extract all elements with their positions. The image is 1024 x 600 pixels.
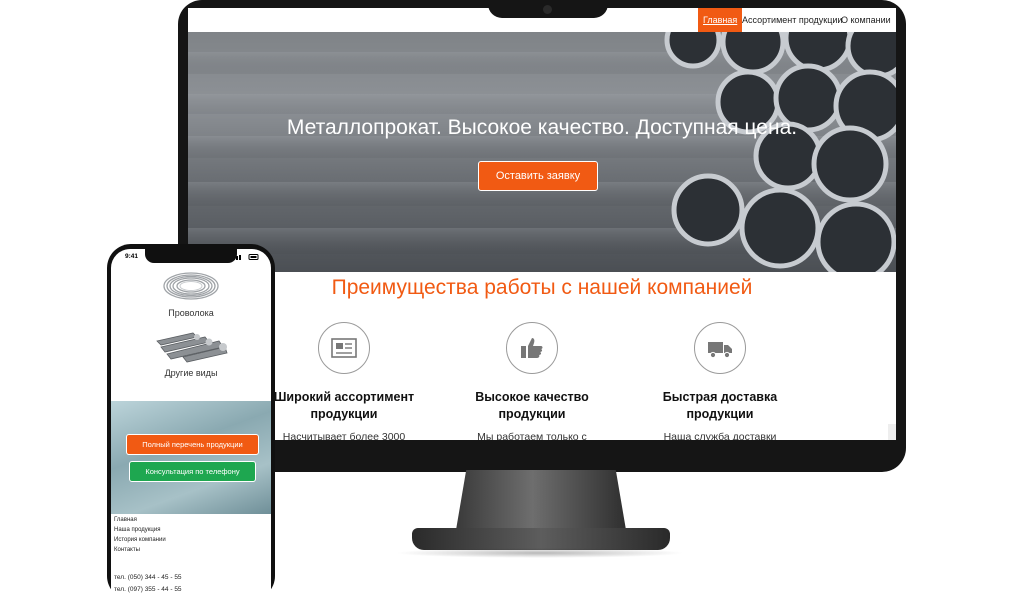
monitor-camera-notch bbox=[488, 0, 608, 18]
advantage-heading-line2: продукции bbox=[686, 407, 754, 421]
advantage-text: Насчитывает более 3000 bbox=[282, 431, 406, 440]
mobile-menu-item-home[interactable]: Главная bbox=[114, 517, 137, 523]
nav-item-about[interactable]: О компании bbox=[836, 8, 896, 32]
advantage-heading: Быстрая доставка bbox=[662, 390, 778, 404]
desktop-website: Главная Ассортимент продукции О компании bbox=[188, 8, 896, 440]
metal-profiles-image bbox=[156, 332, 228, 363]
truck-icon bbox=[708, 342, 732, 359]
status-time: 9:41 bbox=[125, 253, 139, 260]
mobile-menu-item-history[interactable]: История компании bbox=[114, 537, 166, 543]
nav-item-products[interactable]: Ассортимент продукции bbox=[737, 8, 847, 32]
nav-item-home[interactable]: Главная bbox=[698, 8, 743, 32]
mobile-website: 9:41 Проволока Другие виды Полный перече… bbox=[111, 249, 271, 600]
product-label: Проволока bbox=[168, 308, 214, 318]
advantage-card-assortment: Широкий ассортимент продукции Насчитывает… bbox=[250, 322, 438, 440]
product-wire[interactable]: Проволока bbox=[111, 269, 271, 318]
advantage-text: Мы работаем только с bbox=[477, 431, 587, 440]
scrollbar[interactable] bbox=[888, 424, 896, 440]
product-other[interactable]: Другие виды bbox=[111, 329, 271, 378]
thumbs-up-icon bbox=[521, 338, 543, 358]
advantage-heading: Высокое качество bbox=[475, 390, 589, 404]
stand-shadow bbox=[395, 548, 685, 558]
advantage-text: Наша служба доставки bbox=[663, 431, 777, 440]
phone-consultation-button[interactable]: Консультация по телефону bbox=[129, 461, 256, 482]
leave-request-button[interactable]: Оставить заявку bbox=[478, 161, 598, 191]
monitor-stand-base bbox=[412, 528, 670, 550]
advantage-heading-line2: продукции bbox=[310, 407, 378, 421]
phone-number[interactable]: тел. (097) 355 - 44 - 55 bbox=[114, 586, 182, 593]
advantage-heading: Широкий ассортимент bbox=[273, 390, 415, 404]
mobile-menu-item-products[interactable]: Наша продукция bbox=[114, 527, 160, 533]
hero-title: Металлопрокат. Высокое качество. Доступн… bbox=[286, 116, 798, 139]
hero-banner: Металлопрокат. Высокое качество. Доступн… bbox=[188, 32, 896, 272]
camera-icon bbox=[543, 5, 552, 14]
phone-number[interactable]: тел. (050) 344 - 45 - 55 bbox=[114, 574, 182, 581]
advantage-card-delivery: Быстрая доставка продукции Наша служба до… bbox=[626, 322, 814, 440]
steel-pipes-image bbox=[188, 32, 896, 272]
phone-notch bbox=[145, 249, 237, 263]
product-label: Другие виды bbox=[164, 368, 218, 378]
advantage-heading-line2: продукции bbox=[498, 407, 566, 421]
newspaper-icon bbox=[331, 338, 357, 358]
wire-coil-image bbox=[163, 272, 219, 300]
mobile-hero-image bbox=[111, 401, 271, 514]
full-product-list-button[interactable]: Полный перечень продукции bbox=[126, 434, 259, 455]
mobile-menu-item-contacts[interactable]: Контакты bbox=[114, 547, 140, 553]
advantage-card-quality: Высокое качество продукции Мы работаем то… bbox=[438, 322, 626, 440]
monitor-stand bbox=[456, 470, 626, 530]
advantages-title: Преимущества работы с нашей компанией bbox=[331, 276, 753, 299]
